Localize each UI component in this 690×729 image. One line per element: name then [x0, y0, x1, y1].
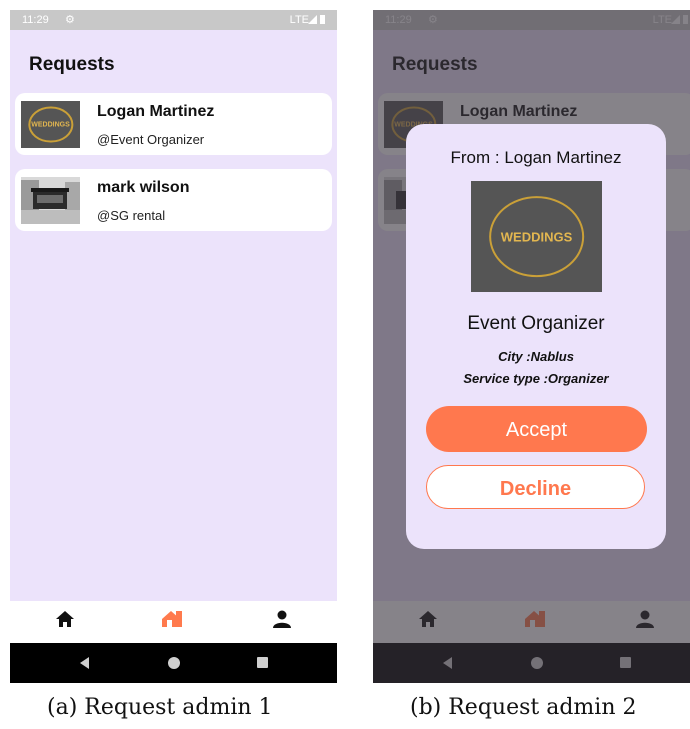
- home-circle-icon[interactable]: [168, 657, 180, 669]
- dialog-from-label: From : Logan Martinez: [450, 148, 622, 167]
- recents-icon[interactable]: [257, 657, 268, 668]
- request-card-mark[interactable]: mark wilson @SG rental: [15, 169, 332, 231]
- accept-button[interactable]: Accept: [426, 406, 647, 452]
- logo-text: WEDDINGS: [31, 121, 70, 128]
- signal-battery-icon: [308, 14, 325, 26]
- requester-name: mark wilson: [97, 179, 190, 196]
- caption-b: (b) Request admin 2: [410, 695, 637, 720]
- screen-request-admin-1: 11:29 ⚙ LTE Requests WEDDINGS Logan Mart…: [10, 10, 337, 683]
- status-bar: 11:29 ⚙ LTE: [10, 10, 337, 30]
- wedding-logo-thumbnail: WEDDINGS: [21, 101, 80, 148]
- network-label: LTE: [289, 14, 309, 26]
- requester-role: @SG rental: [97, 208, 166, 223]
- decline-button[interactable]: Decline: [426, 465, 645, 509]
- requests-icon[interactable]: [160, 609, 184, 633]
- request-dialog: From : Logan Martinez WEDDINGS Event Org…: [406, 124, 666, 549]
- requester-name: Logan Martinez: [97, 103, 215, 120]
- profile-icon[interactable]: [272, 609, 292, 633]
- dialog-service-type: Service type :Organizer: [463, 371, 609, 386]
- dialog-city: City :Nablus: [498, 349, 574, 364]
- screen-request-admin-2: 11:29 ⚙ LTE Requests WEDDINGS Logan Mart…: [373, 10, 690, 683]
- kiosk-photo-thumbnail: [21, 177, 80, 224]
- dialog-role: Event Organizer: [467, 313, 605, 334]
- page-title: Requests: [29, 54, 115, 75]
- system-navigation-bar: [10, 643, 337, 683]
- back-icon[interactable]: [80, 657, 89, 669]
- caption-a: (a) Request admin 1: [47, 695, 273, 720]
- requester-role: @Event Organizer: [97, 132, 205, 147]
- bottom-nav: [10, 601, 337, 643]
- home-icon[interactable]: [55, 609, 75, 633]
- logo-text: WEDDINGS: [500, 229, 573, 244]
- wedding-logo-image: WEDDINGS: [471, 181, 602, 292]
- status-time: 11:29: [22, 14, 49, 26]
- request-card-logan[interactable]: WEDDINGS Logan Martinez @Event Organizer: [15, 93, 332, 155]
- settings-gear-icon: ⚙: [65, 14, 75, 26]
